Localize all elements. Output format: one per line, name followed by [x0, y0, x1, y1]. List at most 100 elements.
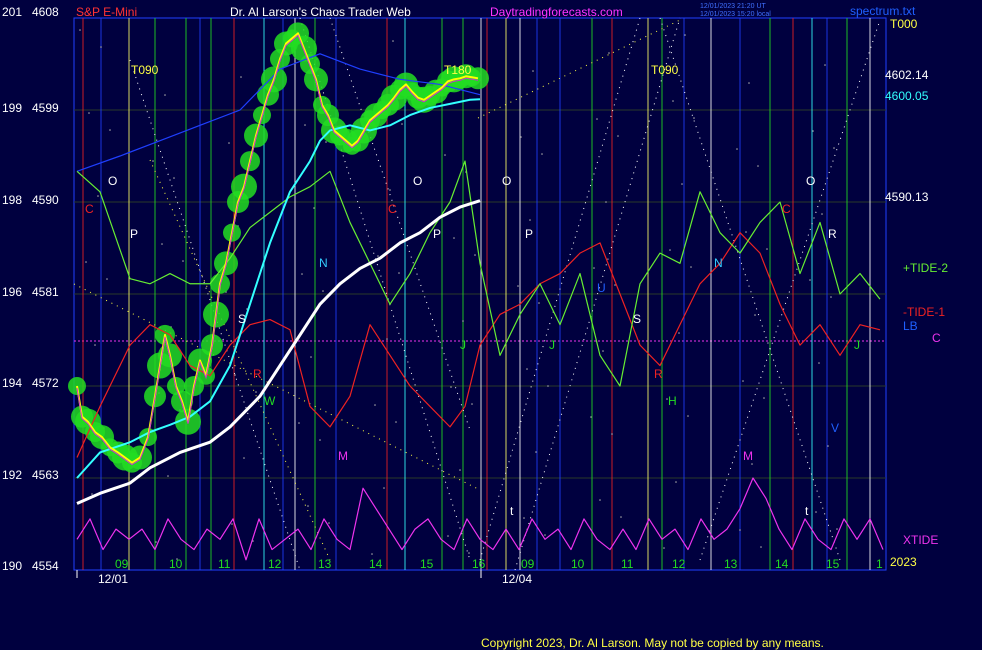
- x-hour-label: 12: [672, 557, 686, 571]
- background-dot: [453, 237, 455, 239]
- marker-w: W: [264, 394, 276, 408]
- background-dot: [310, 356, 312, 358]
- background-dot: [593, 267, 595, 269]
- lb-label: LB: [903, 319, 918, 333]
- marker-o: O: [806, 174, 815, 188]
- marker-n: N: [319, 256, 328, 270]
- background-dot: [684, 34, 686, 36]
- y-price-label: 4572: [32, 376, 59, 390]
- background-dot: [739, 529, 741, 531]
- marker-p: P: [433, 227, 441, 241]
- background-dot: [681, 183, 683, 185]
- marker-j: J: [460, 338, 466, 352]
- background-dot: [596, 118, 598, 120]
- background-dot: [745, 231, 747, 233]
- tide2-label: +TIDE-2: [903, 261, 948, 275]
- price-level-1: 4602.14: [885, 68, 929, 82]
- x-hour-label: 15: [420, 557, 434, 571]
- y-left-top: 201: [2, 5, 22, 19]
- marker-p: P: [130, 227, 138, 241]
- background-dot: [809, 279, 811, 281]
- y-price-label: 4554: [32, 559, 59, 573]
- y-left-label: 199: [2, 101, 22, 115]
- background-dot: [824, 64, 826, 66]
- corner-label: spectrum.txt: [850, 4, 916, 18]
- background-dot: [748, 82, 750, 84]
- marker-h: H: [668, 394, 677, 408]
- marker-t090: T090: [651, 63, 679, 77]
- background-dot: [675, 481, 677, 483]
- background-dot: [471, 403, 473, 405]
- background-dot: [547, 385, 549, 387]
- timestamp-2: 12/01/2023 15:20 local: [700, 11, 771, 18]
- y-left-label: 194: [2, 376, 22, 390]
- background-dot: [450, 386, 452, 388]
- background-dot: [392, 40, 394, 42]
- y-price-label: 4563: [32, 468, 59, 482]
- background-dot: [91, 493, 93, 495]
- background-dot: [304, 124, 306, 126]
- tide1-label: -TIDE-1: [903, 305, 945, 319]
- label-t000: T000: [890, 17, 918, 31]
- background-dot: [386, 338, 388, 340]
- background-dot: [106, 278, 108, 280]
- background-dot: [313, 207, 315, 209]
- background-dot: [590, 416, 592, 418]
- background-dot: [383, 487, 385, 489]
- marker-s: S: [238, 312, 246, 326]
- background-dot: [459, 469, 461, 471]
- background-dot: [599, 499, 601, 501]
- chart-symbol: S&P E-Mini: [76, 5, 137, 19]
- x-hour-label: 16: [472, 557, 486, 571]
- x-hour-label: 11: [218, 557, 231, 571]
- background-dot: [614, 284, 616, 286]
- y-price-label: 4590: [32, 193, 59, 207]
- background-dot: [231, 523, 233, 525]
- y-left-label: 196: [2, 285, 22, 299]
- x-hour-label: 09: [521, 557, 535, 571]
- background-dot: [401, 123, 403, 125]
- background-dot: [389, 189, 391, 191]
- background-dot: [757, 165, 759, 167]
- background-dot: [94, 344, 96, 346]
- background-dot: [821, 213, 823, 215]
- background-dot: [526, 368, 528, 370]
- background-dot: [444, 154, 446, 156]
- background-dot: [517, 285, 519, 287]
- background-dot: [742, 380, 744, 382]
- background-dot: [751, 463, 753, 465]
- marker-r: R: [253, 367, 262, 381]
- x-hour-label: 14: [775, 557, 789, 571]
- marker-r: R: [828, 227, 837, 241]
- right-labels: T000 4602.14 4600.05 4590.13 +TIDE-2 -TI…: [885, 17, 948, 547]
- marker-s: S: [633, 312, 641, 326]
- marker-o: O: [108, 174, 117, 188]
- background-dot: [79, 29, 81, 31]
- marker-o: O: [502, 174, 511, 188]
- background-dot: [447, 535, 449, 537]
- background-dot: [88, 112, 90, 114]
- y-price-top: 4608: [32, 5, 59, 19]
- background-dot: [690, 266, 692, 268]
- x-hour-label: 12: [268, 557, 282, 571]
- background-dot: [109, 129, 111, 131]
- marker-j: J: [854, 338, 860, 352]
- background-dot: [325, 141, 327, 143]
- background-dot: [602, 350, 604, 352]
- chart-author: Dr. Al Larson's Chaos Trader Web: [230, 5, 411, 19]
- background-dot: [155, 541, 157, 543]
- background-dot: [672, 100, 674, 102]
- x-hour-label: 1: [876, 557, 883, 571]
- x-hour-label: 11: [621, 557, 634, 571]
- marker-c: C: [782, 202, 791, 216]
- y-left-label: 198: [2, 193, 22, 207]
- background-dot: [234, 374, 236, 376]
- x-hour-label: 13: [724, 557, 738, 571]
- background-dot: [395, 421, 397, 423]
- background-dot: [617, 135, 619, 137]
- background-dot: [377, 255, 379, 257]
- background-dot: [766, 248, 768, 250]
- background-dot: [663, 547, 665, 549]
- background-dot: [255, 391, 257, 393]
- background-dot: [605, 201, 607, 203]
